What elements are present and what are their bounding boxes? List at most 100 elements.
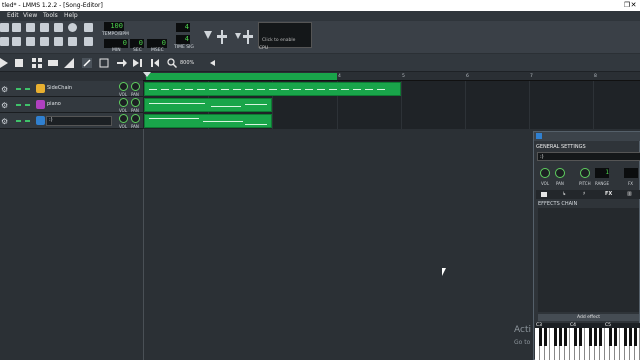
timesig-numerator[interactable]: 4: [176, 23, 190, 32]
black-key[interactable]: [559, 328, 562, 346]
mute-icon[interactable]: [16, 104, 21, 106]
vol-knob[interactable]: [540, 168, 550, 178]
solo-icon[interactable]: [25, 120, 30, 122]
vol-knob[interactable]: [119, 114, 128, 123]
gear-icon[interactable]: ⚙: [1, 85, 8, 94]
notes-icon[interactable]: [84, 37, 93, 46]
metronome-icon[interactable]: [84, 23, 93, 32]
fx-channel-lcd[interactable]: [624, 168, 638, 178]
black-key[interactable]: [554, 328, 557, 346]
black-key[interactable]: [634, 328, 637, 346]
piano-keyboard[interactable]: C3 C4 C5: [535, 323, 640, 360]
cpu-monitor[interactable]: Click to enable CPU: [258, 22, 312, 51]
black-key[interactable]: [574, 328, 577, 346]
edit-mode-icon[interactable]: [99, 58, 109, 68]
pan-knob[interactable]: [131, 82, 140, 91]
play-icon[interactable]: [0, 58, 10, 68]
pattern-clip[interactable]: [144, 114, 272, 128]
sidechain-icon: [36, 84, 45, 93]
playhead-marker[interactable]: [143, 72, 151, 77]
add-effect-button[interactable]: Add effect: [538, 314, 639, 321]
black-key[interactable]: [539, 328, 542, 346]
effects-list[interactable]: [538, 208, 639, 312]
solo-icon[interactable]: [25, 88, 30, 90]
mute-icon[interactable]: [16, 88, 21, 90]
black-key[interactable]: [594, 328, 597, 346]
zoom-select[interactable]: 800%: [180, 60, 194, 66]
pan-knob[interactable]: [131, 114, 140, 123]
tab-fx[interactable]: FX: [605, 191, 612, 197]
pattern-clip[interactable]: [144, 98, 272, 112]
template-icon[interactable]: [12, 23, 21, 32]
track-name[interactable]: :): [46, 116, 112, 126]
ruler-tick: 8: [594, 74, 597, 79]
black-key[interactable]: [624, 328, 627, 346]
tempo-lcd[interactable]: 100: [104, 22, 124, 31]
clip-note: [211, 106, 241, 107]
menu-edit[interactable]: Edit: [7, 12, 19, 19]
zoom-icon: [167, 58, 177, 68]
timesig-denominator[interactable]: 4: [176, 35, 190, 44]
clip-notes: [149, 89, 389, 90]
draw-mode-icon[interactable]: [82, 58, 92, 68]
black-key[interactable]: [629, 328, 632, 346]
menu-view[interactable]: View: [23, 12, 37, 19]
add-automation-track-icon[interactable]: [64, 58, 74, 68]
black-key[interactable]: [564, 328, 567, 346]
auto-scroll-icon[interactable]: [133, 58, 143, 68]
stop-icon[interactable]: [14, 58, 24, 68]
ruler-tick: 4: [338, 74, 341, 79]
instrument-name-input[interactable]: :): [537, 152, 640, 161]
song-editor-icon[interactable]: [0, 37, 9, 46]
tab-envelope[interactable]: ↳: [562, 191, 566, 197]
tab-midi[interactable]: ▥: [627, 191, 632, 197]
track-name[interactable]: SideChain: [47, 85, 72, 91]
black-key[interactable]: [579, 328, 582, 346]
loop-points-icon[interactable]: [150, 58, 160, 68]
track-row[interactable]: ⚙ SideChain VOL PAN: [0, 81, 143, 97]
black-key[interactable]: [599, 328, 602, 346]
effects-chain-label[interactable]: EFFECTS CHAIN: [538, 201, 577, 207]
range-label: RANGE: [595, 181, 609, 186]
menu-help[interactable]: Help: [64, 12, 78, 19]
add-beat-track-icon[interactable]: [32, 58, 42, 68]
master-sliders-icon[interactable]: [202, 29, 254, 45]
loop-range[interactable]: [146, 73, 337, 80]
track-row[interactable]: ⚙ piano VOL PAN: [0, 97, 143, 113]
black-key[interactable]: [589, 328, 592, 346]
pan-knob[interactable]: [131, 98, 140, 107]
new-project-icon[interactable]: [0, 23, 9, 32]
solo-icon[interactable]: [25, 104, 30, 106]
automation-icon[interactable]: [40, 37, 49, 46]
gear-icon[interactable]: ⚙: [1, 117, 8, 126]
gear-icon[interactable]: ⚙: [1, 101, 8, 110]
track-row[interactable]: ⚙ :) VOL PAN: [0, 113, 143, 129]
recent-icon[interactable]: [40, 23, 49, 32]
info-icon[interactable]: [68, 23, 77, 32]
tab-plugin[interactable]: [541, 192, 547, 197]
open-icon[interactable]: [26, 23, 35, 32]
pattern-clip[interactable]: [144, 82, 401, 96]
menu-tools[interactable]: Tools: [43, 12, 58, 19]
follow-playhead-icon[interactable]: [117, 58, 127, 68]
pan-knob[interactable]: [555, 168, 565, 178]
mixer-icon[interactable]: [54, 37, 63, 46]
pitch-knob[interactable]: [580, 168, 590, 178]
beat-editor-icon[interactable]: [12, 37, 21, 46]
add-sample-track-icon[interactable]: [48, 58, 58, 68]
vol-knob[interactable]: [119, 98, 128, 107]
mute-icon[interactable]: [16, 120, 21, 122]
track-name[interactable]: piano: [47, 101, 61, 107]
black-key[interactable]: [544, 328, 547, 346]
tab-functions[interactable]: ♯: [583, 191, 585, 197]
instrument-window-titlebar[interactable]: [534, 132, 640, 141]
close-button[interactable]: ✕: [627, 0, 640, 11]
vol-knob[interactable]: [119, 82, 128, 91]
zoom-dropdown-icon[interactable]: [210, 60, 215, 66]
piano-roll-icon[interactable]: [26, 37, 35, 46]
save-icon[interactable]: [54, 23, 63, 32]
range-lcd[interactable]: 1: [595, 168, 609, 178]
black-key[interactable]: [609, 328, 612, 346]
black-key[interactable]: [614, 328, 617, 346]
controller-icon[interactable]: [68, 37, 77, 46]
